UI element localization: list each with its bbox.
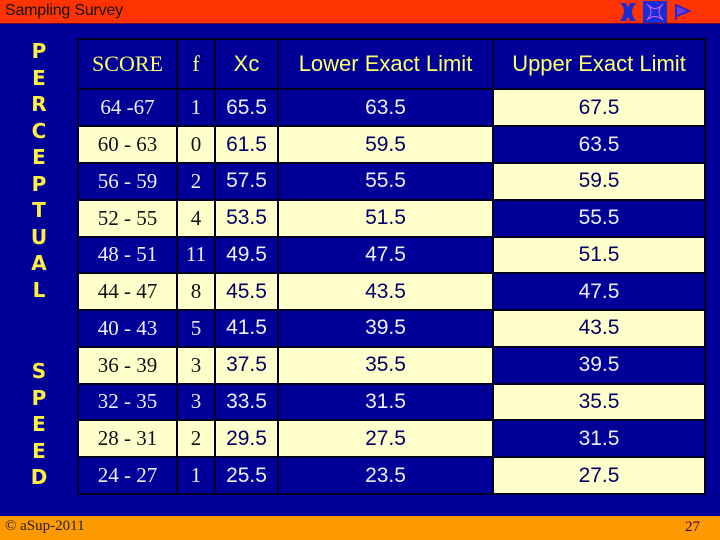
next-icon[interactable] — [643, 1, 667, 23]
cell-score: 44 - 47 — [77, 272, 178, 312]
table-row: 64 -67 1 65.5 63.5 67.5 — [77, 88, 706, 128]
cell-frequency: 0 — [176, 125, 216, 164]
prev-icon[interactable] — [616, 1, 640, 23]
side-letter: A — [31, 251, 47, 275]
cell-score: 28 - 31 — [77, 419, 178, 459]
side-letter: L — [32, 277, 46, 302]
side-label-speed: SPEED — [24, 358, 54, 491]
cell-frequency: 2 — [176, 161, 216, 201]
cell-frequency: 1 — [176, 88, 216, 128]
side-letter: E — [32, 65, 46, 90]
cell-lower-limit: 47.5 — [277, 235, 494, 275]
table-row: 40 - 43 5 41.5 39.5 43.5 — [77, 309, 706, 348]
cell-score: 24 - 27 — [77, 456, 178, 495]
table-row: 44 - 47 8 45.5 43.5 47.5 — [77, 272, 706, 312]
cell-lower-limit: 55.5 — [277, 161, 494, 201]
copyright-text: © aSup-2011 — [5, 518, 85, 534]
cell-frequency: 3 — [176, 382, 216, 422]
cell-upper-limit: 31.5 — [492, 419, 706, 459]
side-letter: R — [31, 92, 47, 116]
cell-lower-limit: 59.5 — [277, 125, 494, 164]
cell-frequency: 3 — [176, 345, 216, 385]
footer-bar: © aSup-2011 27 — [0, 516, 720, 540]
header-f: f — [176, 37, 216, 91]
cell-frequency: 8 — [176, 272, 216, 312]
table-row: 48 - 51 11 49.5 47.5 51.5 — [77, 235, 706, 275]
cell-lower-limit: 43.5 — [277, 272, 494, 312]
side-letter: P — [31, 171, 47, 196]
cell-frequency: 11 — [176, 235, 216, 275]
cell-midpoint: 33.5 — [214, 382, 279, 422]
side-letter: E — [32, 412, 46, 436]
cell-score: 36 - 39 — [77, 345, 178, 385]
table-header-row: SCORE f Xc Lower Exact Limit Upper Exact… — [77, 37, 706, 91]
cell-lower-limit: 63.5 — [277, 88, 494, 128]
cell-midpoint: 53.5 — [214, 198, 279, 238]
cell-score: 52 - 55 — [77, 198, 178, 238]
header-score: SCORE — [77, 37, 178, 91]
cell-midpoint: 37.5 — [214, 345, 279, 385]
cell-upper-limit: 51.5 — [492, 235, 706, 275]
side-letter: P — [31, 385, 47, 410]
table-row: 52 - 55 4 53.5 51.5 55.5 — [77, 198, 706, 238]
header-lower-limit: Lower Exact Limit — [277, 37, 494, 91]
cell-lower-limit: 27.5 — [277, 419, 494, 459]
side-letter: T — [32, 198, 46, 222]
cell-score: 32 - 35 — [77, 382, 178, 422]
cell-upper-limit: 59.5 — [492, 161, 706, 201]
cell-upper-limit: 63.5 — [492, 125, 706, 164]
table-row: 28 - 31 2 29.5 27.5 31.5 — [77, 419, 706, 459]
side-letter: C — [31, 118, 47, 143]
cell-lower-limit: 23.5 — [277, 456, 494, 495]
cell-midpoint: 45.5 — [214, 272, 279, 312]
frequency-table: SCORE f Xc Lower Exact Limit Upper Exact… — [77, 37, 706, 495]
side-letter: S — [31, 359, 47, 383]
cell-frequency: 1 — [176, 456, 216, 495]
cell-midpoint: 41.5 — [214, 309, 279, 348]
cell-upper-limit: 39.5 — [492, 345, 706, 385]
cell-lower-limit: 51.5 — [277, 198, 494, 238]
header-upper-limit: Upper Exact Limit — [492, 37, 706, 91]
side-letter: D — [30, 465, 48, 489]
cell-upper-limit: 47.5 — [492, 272, 706, 312]
cell-midpoint: 61.5 — [214, 125, 279, 164]
side-label-perceptual: PERCEPTUAL — [24, 38, 54, 303]
cell-midpoint: 25.5 — [214, 456, 279, 495]
table-row: 24 - 27 1 25.5 23.5 27.5 — [77, 456, 706, 495]
cell-frequency: 5 — [176, 309, 216, 348]
cell-score: 64 -67 — [77, 88, 178, 128]
side-letter: U — [30, 224, 48, 249]
cell-score: 48 - 51 — [77, 235, 178, 275]
side-letter: E — [32, 145, 46, 169]
page-number: 27 — [685, 519, 700, 535]
cell-upper-limit: 43.5 — [492, 309, 706, 348]
slide-title: Sampling Survey — [5, 2, 123, 19]
cell-upper-limit: 55.5 — [492, 198, 706, 238]
cell-frequency: 2 — [176, 419, 216, 459]
cell-midpoint: 65.5 — [214, 88, 279, 128]
cell-frequency: 4 — [176, 198, 216, 238]
header-xc: Xc — [214, 37, 279, 91]
table-row: 36 - 39 3 37.5 35.5 39.5 — [77, 345, 706, 385]
cell-midpoint: 57.5 — [214, 161, 279, 201]
table-row: 32 - 35 3 33.5 31.5 35.5 — [77, 382, 706, 422]
cell-score: 40 - 43 — [77, 309, 178, 348]
table-row: 60 - 63 0 61.5 59.5 63.5 — [77, 125, 706, 164]
cell-midpoint: 49.5 — [214, 235, 279, 275]
cell-upper-limit: 67.5 — [492, 88, 706, 128]
side-letter: P — [31, 39, 47, 63]
cell-lower-limit: 31.5 — [277, 382, 494, 422]
cell-score: 56 - 59 — [77, 161, 178, 201]
title-bar: Sampling Survey — [0, 0, 720, 24]
cell-midpoint: 29.5 — [214, 419, 279, 459]
cell-upper-limit: 27.5 — [492, 456, 706, 495]
table-row: 56 - 59 2 57.5 55.5 59.5 — [77, 161, 706, 201]
cell-lower-limit: 35.5 — [277, 345, 494, 385]
cell-lower-limit: 39.5 — [277, 309, 494, 348]
flag-icon[interactable] — [670, 1, 694, 23]
cell-upper-limit: 35.5 — [492, 382, 706, 422]
cell-score: 60 - 63 — [77, 125, 178, 164]
side-letter: E — [32, 438, 46, 463]
